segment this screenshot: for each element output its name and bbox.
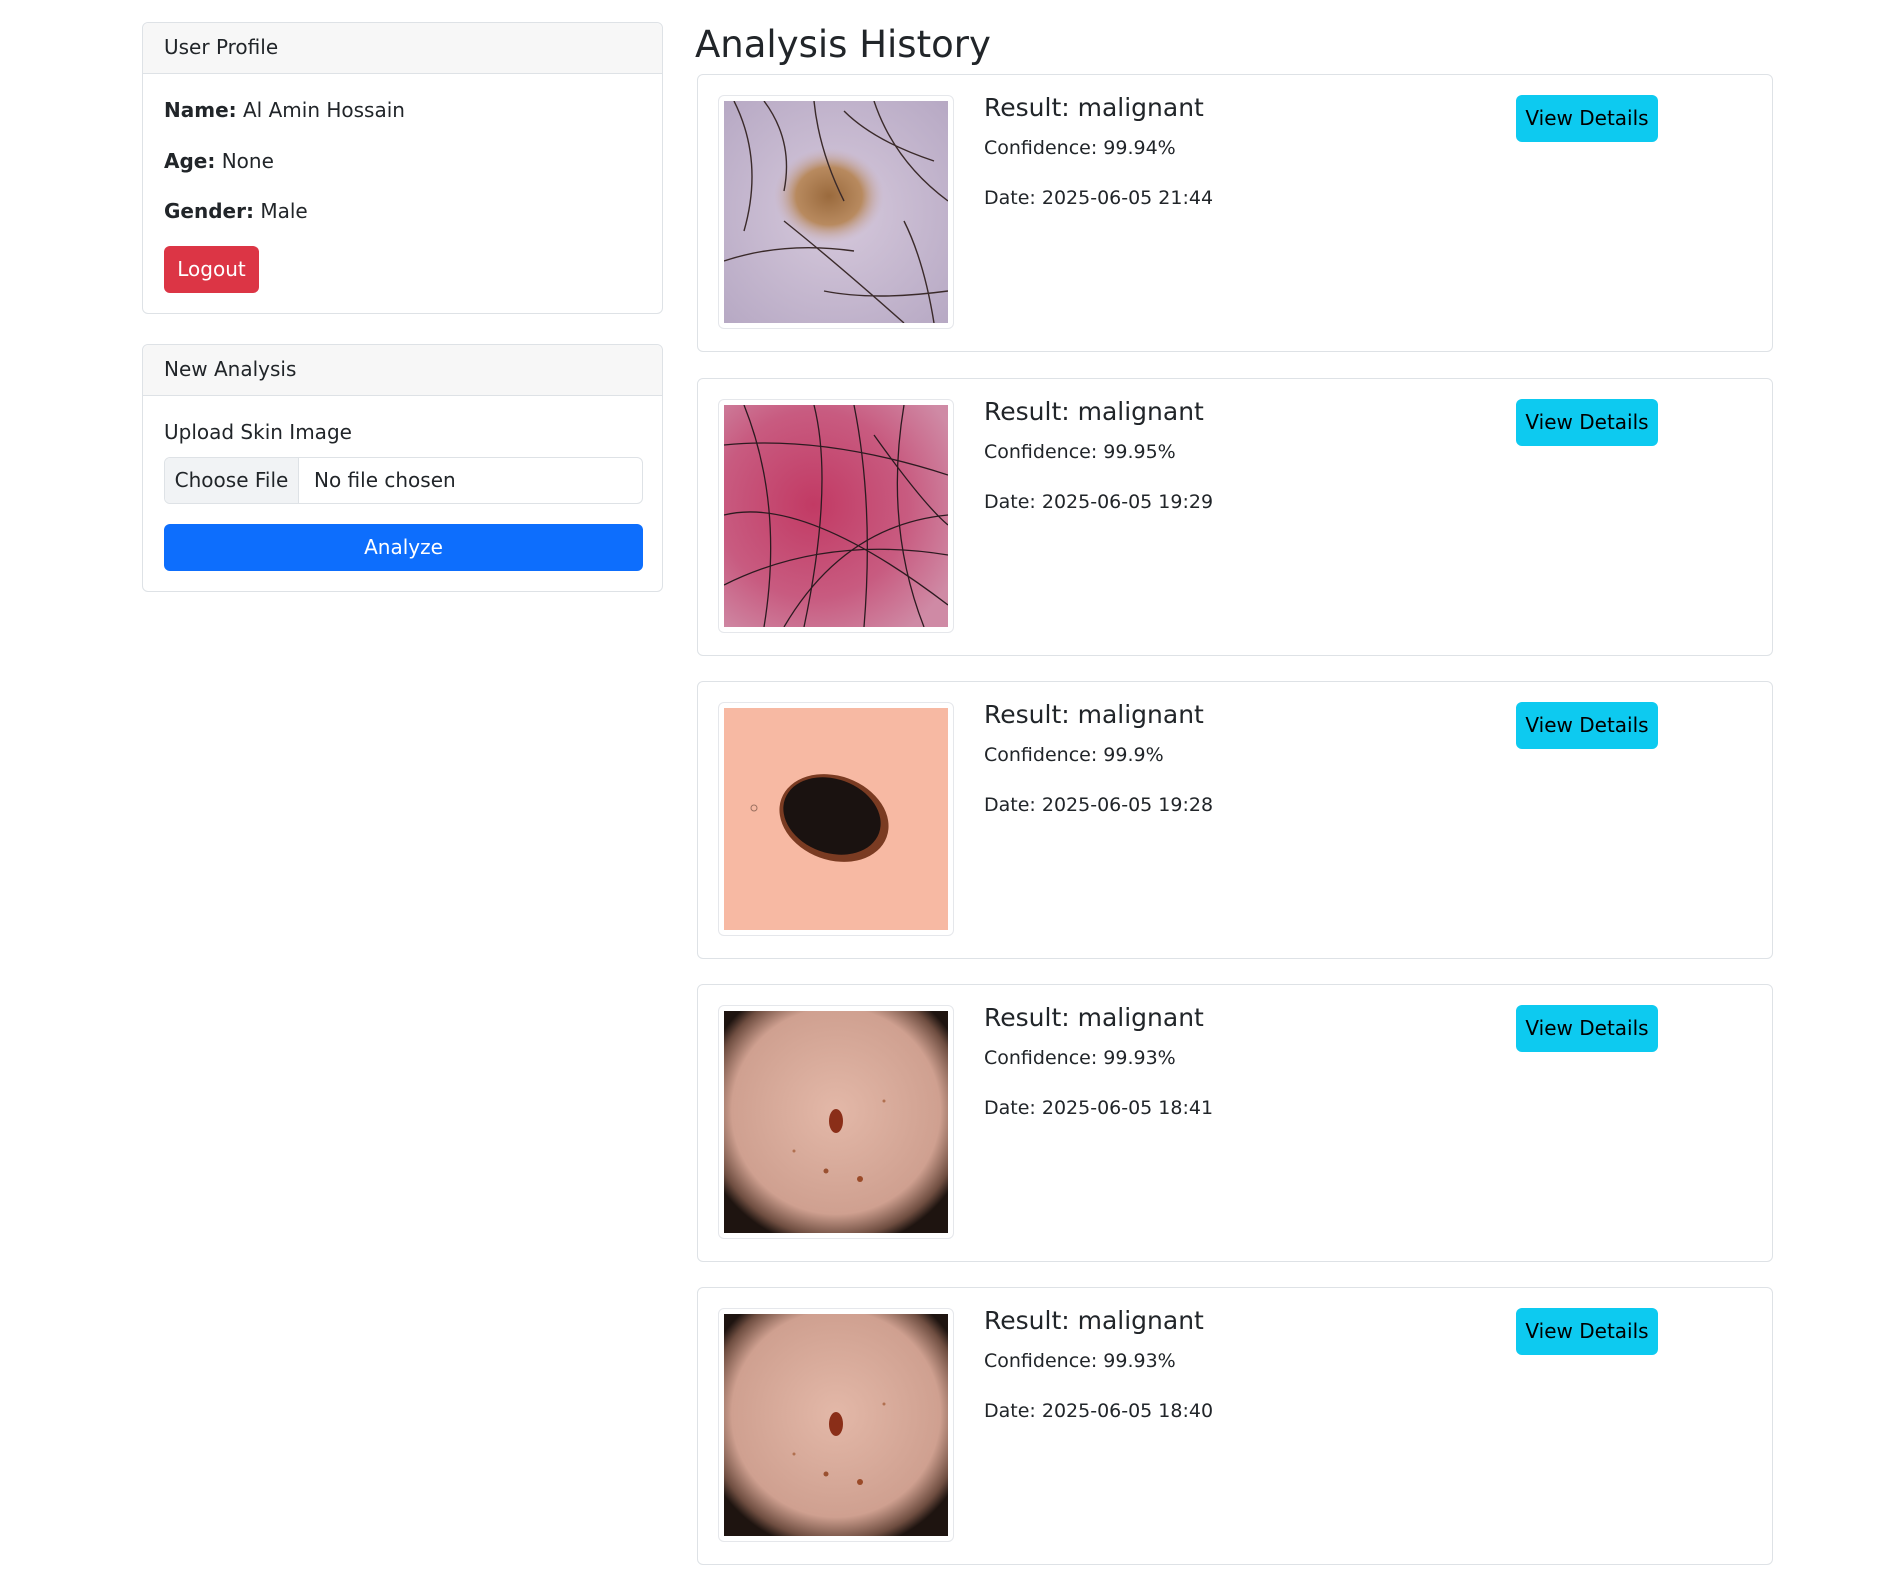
history-item: Result: malignant Confidence: 99.95% Dat… <box>697 378 1773 656</box>
history-item: Result: malignant Confidence: 99.93% Dat… <box>697 1287 1773 1565</box>
gender-value: Male <box>260 199 308 223</box>
age-value: None <box>221 149 274 173</box>
view-details-button[interactable]: View Details <box>1516 702 1658 749</box>
history-item: Result: malignant Confidence: 99.9% Date… <box>697 681 1773 959</box>
skin-image-thumbnail <box>718 1005 954 1239</box>
date-label: Date: 2025-06-05 19:29 <box>984 491 1214 513</box>
upload-label: Upload Skin Image <box>164 420 352 444</box>
result-label: Result: malignant <box>984 1003 1204 1032</box>
history-item: Result: malignant Confidence: 99.93% Dat… <box>697 984 1773 1262</box>
file-status: No file chosen <box>314 468 456 492</box>
date-label: Date: 2025-06-05 21:44 <box>984 187 1214 209</box>
skin-lesion-image <box>724 405 948 627</box>
history-item: Result: malignant Confidence: 99.94% Dat… <box>697 74 1773 352</box>
view-details-button[interactable]: View Details <box>1516 95 1658 142</box>
result-label: Result: malignant <box>984 93 1204 122</box>
skin-lesion-image <box>724 1011 948 1233</box>
result-label: Result: malignant <box>984 700 1204 729</box>
choose-file-button[interactable]: Choose File <box>165 458 299 503</box>
user-profile-card: User Profile Name: Al Amin Hossain Age: … <box>142 22 663 314</box>
skin-image-thumbnail <box>718 95 954 329</box>
profile-name: Name: Al Amin Hossain <box>164 98 405 122</box>
view-details-button[interactable]: View Details <box>1516 1005 1658 1052</box>
date-label: Date: 2025-06-05 19:28 <box>984 794 1214 816</box>
new-analysis-header: New Analysis <box>143 345 662 396</box>
skin-image-thumbnail <box>718 1308 954 1542</box>
page-title: Analysis History <box>695 23 991 66</box>
skin-image-thumbnail <box>718 702 954 936</box>
result-label: Result: malignant <box>984 1306 1204 1335</box>
profile-gender: Gender: Male <box>164 199 308 223</box>
date-label: Date: 2025-06-05 18:41 <box>984 1097 1214 1119</box>
name-label: Name: <box>164 98 237 122</box>
skin-lesion-image <box>724 708 948 930</box>
skin-image-thumbnail <box>718 399 954 633</box>
view-details-button[interactable]: View Details <box>1516 399 1658 446</box>
user-profile-header: User Profile <box>143 23 662 74</box>
view-details-button[interactable]: View Details <box>1516 1308 1658 1355</box>
confidence-label: Confidence: 99.93% <box>984 1047 1176 1069</box>
file-input[interactable]: Choose File No file chosen <box>164 457 643 504</box>
analyze-button[interactable]: Analyze <box>164 524 643 571</box>
gender-label: Gender: <box>164 199 254 223</box>
name-value: Al Amin Hossain <box>243 98 405 122</box>
confidence-label: Confidence: 99.9% <box>984 744 1164 766</box>
confidence-label: Confidence: 99.95% <box>984 441 1176 463</box>
new-analysis-card: New Analysis Upload Skin Image Choose Fi… <box>142 344 663 592</box>
logout-button[interactable]: Logout <box>164 246 259 293</box>
date-label: Date: 2025-06-05 18:40 <box>984 1400 1214 1422</box>
confidence-label: Confidence: 99.94% <box>984 137 1176 159</box>
age-label: Age: <box>164 149 216 173</box>
skin-lesion-image <box>724 1314 948 1536</box>
skin-lesion-image <box>724 101 948 323</box>
result-label: Result: malignant <box>984 397 1204 426</box>
profile-age: Age: None <box>164 149 274 173</box>
confidence-label: Confidence: 99.93% <box>984 1350 1176 1372</box>
